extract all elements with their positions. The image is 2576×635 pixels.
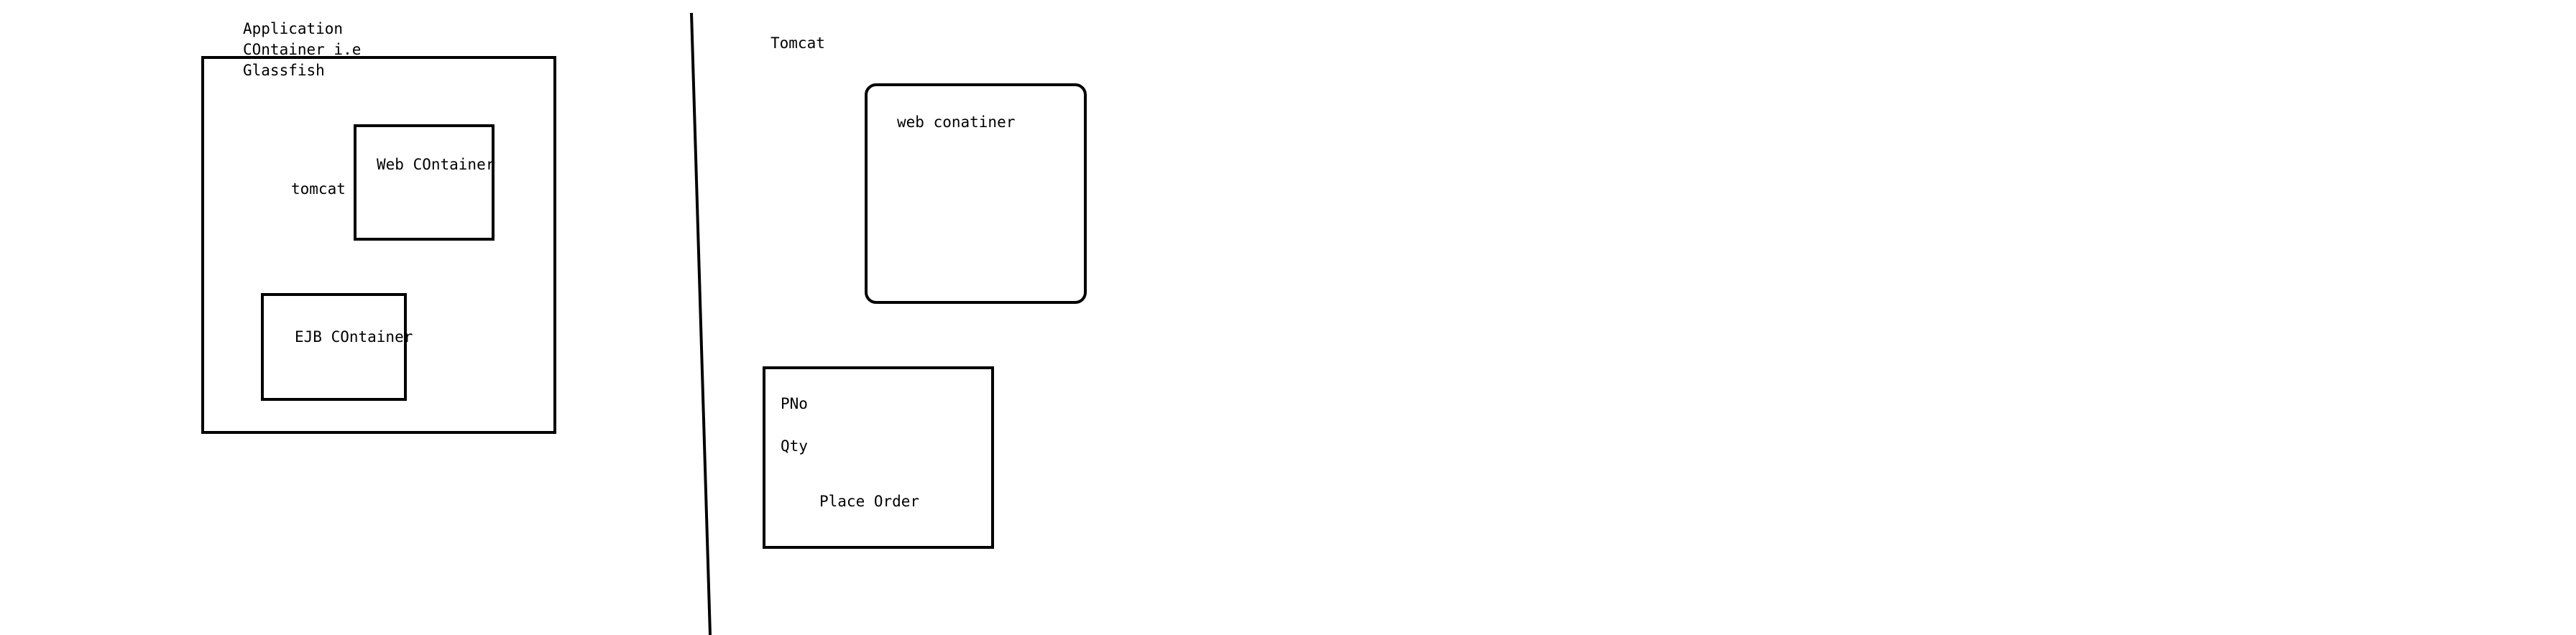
place-order-button-label: Place Order bbox=[819, 493, 920, 510]
qty-label: Qty bbox=[781, 437, 808, 455]
divider-stroke bbox=[690, 12, 712, 635]
pno-label: PNo bbox=[781, 395, 808, 412]
diagram-canvas: Application COntainer i.e Glassfish tomc… bbox=[0, 0, 2576, 635]
divider-line bbox=[690, 12, 712, 635]
tomcat-title: Tomcat bbox=[770, 34, 825, 52]
web-conatiner-label: web conatiner bbox=[897, 113, 1016, 131]
